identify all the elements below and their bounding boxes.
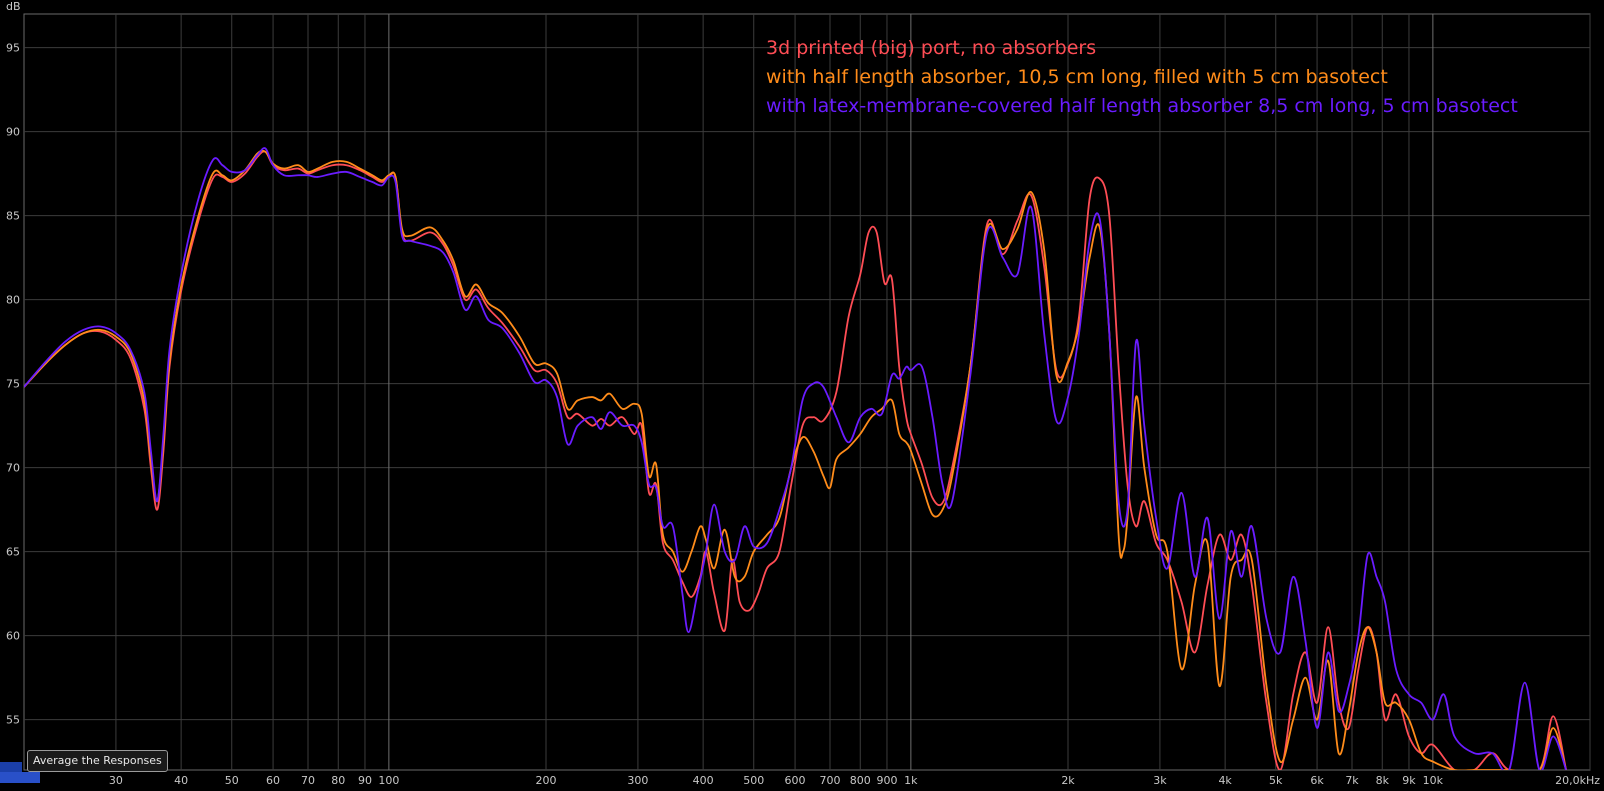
y-tick-label: 85 bbox=[6, 210, 20, 223]
x-tick-label: 9k bbox=[1402, 774, 1416, 787]
x-tick-label: 300 bbox=[627, 774, 648, 787]
y-tick-label: 55 bbox=[6, 714, 20, 727]
y-tick-label: 75 bbox=[6, 378, 20, 391]
corner-indicator bbox=[0, 762, 22, 772]
x-tick-label: 500 bbox=[743, 774, 764, 787]
x-tick-label: 200 bbox=[536, 774, 557, 787]
legend-entry-3: with latex-membrane-covered half length … bbox=[766, 95, 1518, 117]
y-tick-label: 95 bbox=[6, 42, 20, 55]
x-tick-label: 700 bbox=[820, 774, 841, 787]
x-tick-label: 400 bbox=[693, 774, 714, 787]
x-tick-label: 8k bbox=[1376, 774, 1390, 787]
x-tick-label: 2k bbox=[1061, 774, 1075, 787]
y-tick-label: 65 bbox=[6, 546, 20, 559]
y-axis-label: dB bbox=[6, 0, 21, 13]
x-tick-label: 40 bbox=[174, 774, 188, 787]
x-tick-label: 70 bbox=[301, 774, 315, 787]
frequency-response-chart: 55 60 65 70 75 80 85 90 95 30 40 50 60 70 80 90 100 200 30… bbox=[6, 0, 1600, 787]
y-tick-label: 60 bbox=[6, 630, 20, 643]
x-tick-label: 50 bbox=[225, 774, 239, 787]
x-tick-label: 20,0kHz bbox=[1555, 774, 1600, 787]
corner-indicator-2 bbox=[0, 772, 40, 783]
x-tick-label: 6k bbox=[1310, 774, 1324, 787]
x-tick-label: 60 bbox=[266, 774, 280, 787]
legend-entry-1: 3d printed (big) port, no absorbers bbox=[766, 37, 1096, 59]
x-tick-label: 90 bbox=[358, 774, 372, 787]
x-tick-label: 1k bbox=[904, 774, 918, 787]
x-tick-label: 10k bbox=[1423, 774, 1444, 787]
average-responses-button[interactable]: Average the Responses bbox=[27, 750, 168, 772]
x-tick-label: 600 bbox=[785, 774, 806, 787]
x-tick-label: 80 bbox=[331, 774, 345, 787]
x-tick-label: 100 bbox=[378, 774, 399, 787]
x-tick-label: 5k bbox=[1269, 774, 1283, 787]
x-tick-label: 900 bbox=[876, 774, 897, 787]
x-tick-label: 7k bbox=[1345, 774, 1359, 787]
legend-entry-2: with half length absorber, 10,5 cm long,… bbox=[766, 66, 1388, 88]
x-tick-label: 4k bbox=[1218, 774, 1232, 787]
y-tick-label: 70 bbox=[6, 462, 20, 475]
x-tick-label: 30 bbox=[109, 774, 123, 787]
x-tick-label: 800 bbox=[850, 774, 871, 787]
y-tick-label: 80 bbox=[6, 294, 20, 307]
x-tick-label: 3k bbox=[1153, 774, 1167, 787]
y-tick-label: 90 bbox=[6, 126, 20, 139]
